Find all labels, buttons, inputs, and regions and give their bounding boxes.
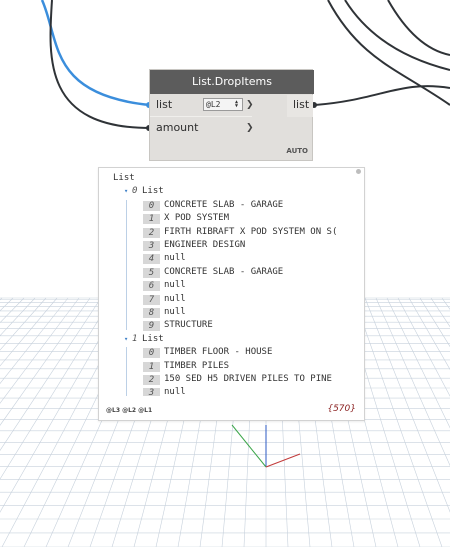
list-dropitems-node[interactable]: List.DropItems list @L2 ▲ ▼ ❯ amount ❯ li… xyxy=(149,69,314,161)
list-item-index: 3 xyxy=(143,388,160,396)
item-count-label: {570} xyxy=(327,404,356,414)
list-item[interactable]: X POD SYSTEM xyxy=(164,213,229,223)
axis-z xyxy=(265,453,301,468)
list-item[interactable]: ENGINEER DESIGN xyxy=(164,240,245,250)
tree-guide-line xyxy=(126,347,127,396)
list-item-index: 0 xyxy=(143,200,160,211)
list-item[interactable]: 150 SED H5 DRIVEN PILES TO PINE xyxy=(164,374,332,384)
list-item[interactable]: TIMBER PILES xyxy=(164,361,229,371)
list-group-index: 1 xyxy=(132,333,138,344)
preview-bubble[interactable]: List ▾ 0 List 0 CONCRETE SLAB - GARAGE 1 X POD … xyxy=(98,167,365,421)
wire-output-3 xyxy=(344,0,450,71)
list-item[interactable]: null xyxy=(164,307,186,317)
list-group-label[interactable]: List xyxy=(142,186,164,196)
list-item-index: 2 xyxy=(143,375,160,385)
list-item[interactable]: null xyxy=(164,294,186,304)
list-item-index: 3 xyxy=(143,241,160,251)
port-divider xyxy=(150,116,252,117)
output-port-list-label: list xyxy=(293,98,310,111)
list-item-index: 2 xyxy=(143,227,160,238)
list-item[interactable]: STRUCTURE xyxy=(164,320,213,330)
collapse-caret-icon[interactable]: ▾ xyxy=(124,187,128,195)
list-item[interactable]: CONCRETE SLAB - GARAGE xyxy=(164,200,283,210)
list-item-index: 8 xyxy=(143,308,160,318)
chevron-right-icon[interactable]: ❯ xyxy=(246,100,254,110)
input-port-amount-label: amount xyxy=(156,121,199,134)
list-item-index: 5 xyxy=(143,267,160,278)
input-port-amount[interactable]: amount ❯ xyxy=(150,118,254,140)
list-item[interactable]: TIMBER FLOOR - HOUSE xyxy=(164,347,272,357)
wire-list-input xyxy=(40,0,151,107)
node-title[interactable]: List.DropItems xyxy=(150,70,314,94)
list-item-index: 1 xyxy=(143,361,160,372)
list-item-index: 4 xyxy=(143,254,160,265)
list-item[interactable]: CONCRETE SLAB - GARAGE xyxy=(164,267,283,277)
wire-output-2 xyxy=(327,0,450,106)
wire-output-4 xyxy=(387,0,450,56)
list-group-index: 0 xyxy=(132,186,138,197)
lacing-mode-label: AUTO xyxy=(286,147,308,155)
list-group-label[interactable]: List xyxy=(142,334,164,344)
input-port-list[interactable]: list @L2 ▲ ▼ ❯ xyxy=(150,95,254,117)
tree-guide-line xyxy=(126,199,127,330)
collapse-caret-icon[interactable]: ▾ xyxy=(124,335,128,343)
input-port-list-label: list xyxy=(156,98,173,111)
preview-tree[interactable]: List ▾ 0 List 0 CONCRETE SLAB - GARAGE 1 X POD … xyxy=(99,168,354,396)
list-item-index: 6 xyxy=(143,281,160,292)
list-item[interactable]: null xyxy=(164,387,186,396)
preview-root-label: List xyxy=(113,173,135,183)
list-item-index: 7 xyxy=(143,294,160,305)
list-levels-indicator: @L3 @L2 @L1 xyxy=(106,407,153,414)
list-item-index: 9 xyxy=(143,321,160,332)
chevron-right-icon[interactable]: ❯ xyxy=(246,123,254,133)
list-item-index: 0 xyxy=(143,348,160,359)
list-item-index: 1 xyxy=(143,214,160,225)
list-item[interactable]: null xyxy=(164,253,186,263)
list-item[interactable]: null xyxy=(164,280,186,290)
list-item[interactable]: FIRTH RIBRAFT X POD SYSTEM ON S( xyxy=(164,227,337,237)
wire-output-1 xyxy=(314,85,450,106)
list-level-spinner-icon[interactable]: ▲ ▼ xyxy=(235,100,241,109)
axis-lines xyxy=(231,424,301,468)
list-level-value: @L2 xyxy=(206,100,221,109)
list-level-selector[interactable]: @L2 ▲ ▼ xyxy=(203,98,243,111)
scrollbar-thumb[interactable] xyxy=(356,169,361,174)
